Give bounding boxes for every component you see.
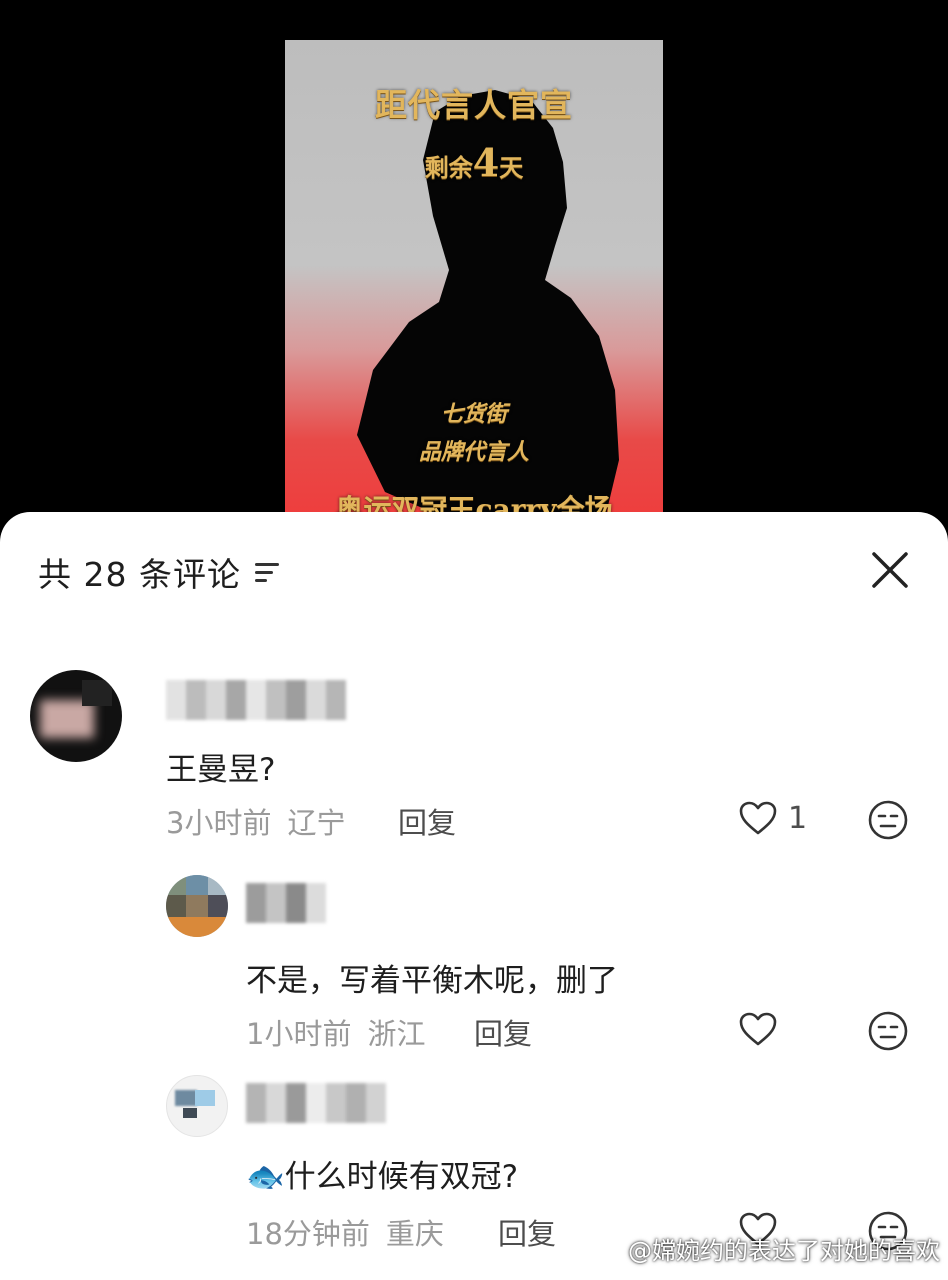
close-button[interactable]: [868, 548, 912, 592]
meh-face-icon: [868, 800, 908, 840]
comment-time: 18分钟前: [246, 1217, 370, 1251]
username-blurred[interactable]: [246, 883, 326, 923]
reply-item: 不是，写着平衡木呢，删了 1小时前 浙江 回复: [0, 867, 948, 1051]
comment-location: 辽宁: [287, 806, 346, 840]
heart-icon: [739, 1012, 777, 1046]
comment-meta: 18分钟前 重庆: [246, 1211, 444, 1253]
like-button[interactable]: 1: [738, 800, 807, 836]
reply-button[interactable]: 回复: [474, 1011, 532, 1053]
meh-face-icon: [868, 1011, 908, 1051]
comment-text: 王曼昱?: [166, 752, 276, 788]
comments-header: 共 28 条评论: [38, 548, 283, 596]
avatar[interactable]: [166, 875, 228, 937]
watermark: @嫦婉约的表达了对她的喜欢: [592, 1231, 940, 1266]
poster-countdown: 剩余4天: [285, 140, 663, 185]
comment-text: 不是，写着平衡木呢，删了: [246, 963, 618, 999]
avatar[interactable]: [30, 670, 122, 762]
weibo-logo-icon: [592, 1237, 621, 1261]
countdown-number: 4: [472, 140, 500, 185]
countdown-prefix: 剩余: [424, 153, 473, 182]
poster-headline: 距代言人官宣: [374, 86, 573, 124]
fish-emoji: 🐟: [246, 1159, 285, 1195]
comment-text: 🐟什么时候有双冠?: [246, 1159, 519, 1195]
sort-icon[interactable]: [254, 560, 283, 584]
poster-brand: 七货街: [440, 402, 507, 427]
poster-role: 品牌代言人: [418, 440, 529, 465]
comment-meta: 3小时前 辽宁: [166, 800, 345, 842]
dislike-button[interactable]: [866, 798, 910, 846]
username-blurred[interactable]: [246, 1083, 386, 1123]
watermark-text: @嫦婉约的表达了对她的喜欢: [628, 1237, 940, 1265]
close-icon: [872, 552, 908, 588]
comment-location: 重庆: [385, 1217, 444, 1251]
comment-count: 共 28 条评论: [38, 555, 241, 594]
countdown-suffix: 天: [499, 153, 524, 182]
video-player[interactable]: 距代言人官宣 剩余4天 七货街 品牌代言人 奥运双冠王carry全场: [0, 0, 948, 540]
dislike-button[interactable]: [866, 1009, 910, 1057]
avatar[interactable]: [166, 1075, 228, 1137]
comment-time: 1小时前: [246, 1017, 352, 1051]
comment-item: 王曼昱? 3小时前 辽宁 回复 1: [0, 652, 948, 852]
comments-sheet: 共 28 条评论 王曼昱? 3小时前 辽宁 回复 1 不是，写着平衡木呢，删了 …: [0, 512, 948, 1280]
comment-location: 浙江: [367, 1017, 426, 1051]
like-count: 1: [788, 800, 808, 836]
like-button[interactable]: [738, 1011, 778, 1047]
username-blurred[interactable]: [166, 680, 346, 720]
video-poster: 距代言人官宣 剩余4天 七货街 品牌代言人 奥运双冠王carry全场: [285, 40, 663, 540]
heart-icon: [739, 801, 777, 835]
comment-meta: 1小时前 浙江: [246, 1011, 425, 1053]
comment-time: 3小时前: [166, 806, 272, 840]
reply-button[interactable]: 回复: [498, 1211, 556, 1253]
reply-button[interactable]: 回复: [398, 800, 456, 842]
reply-item: 🐟什么时候有双冠? 18分钟前 重庆 回复: [0, 1067, 948, 1257]
